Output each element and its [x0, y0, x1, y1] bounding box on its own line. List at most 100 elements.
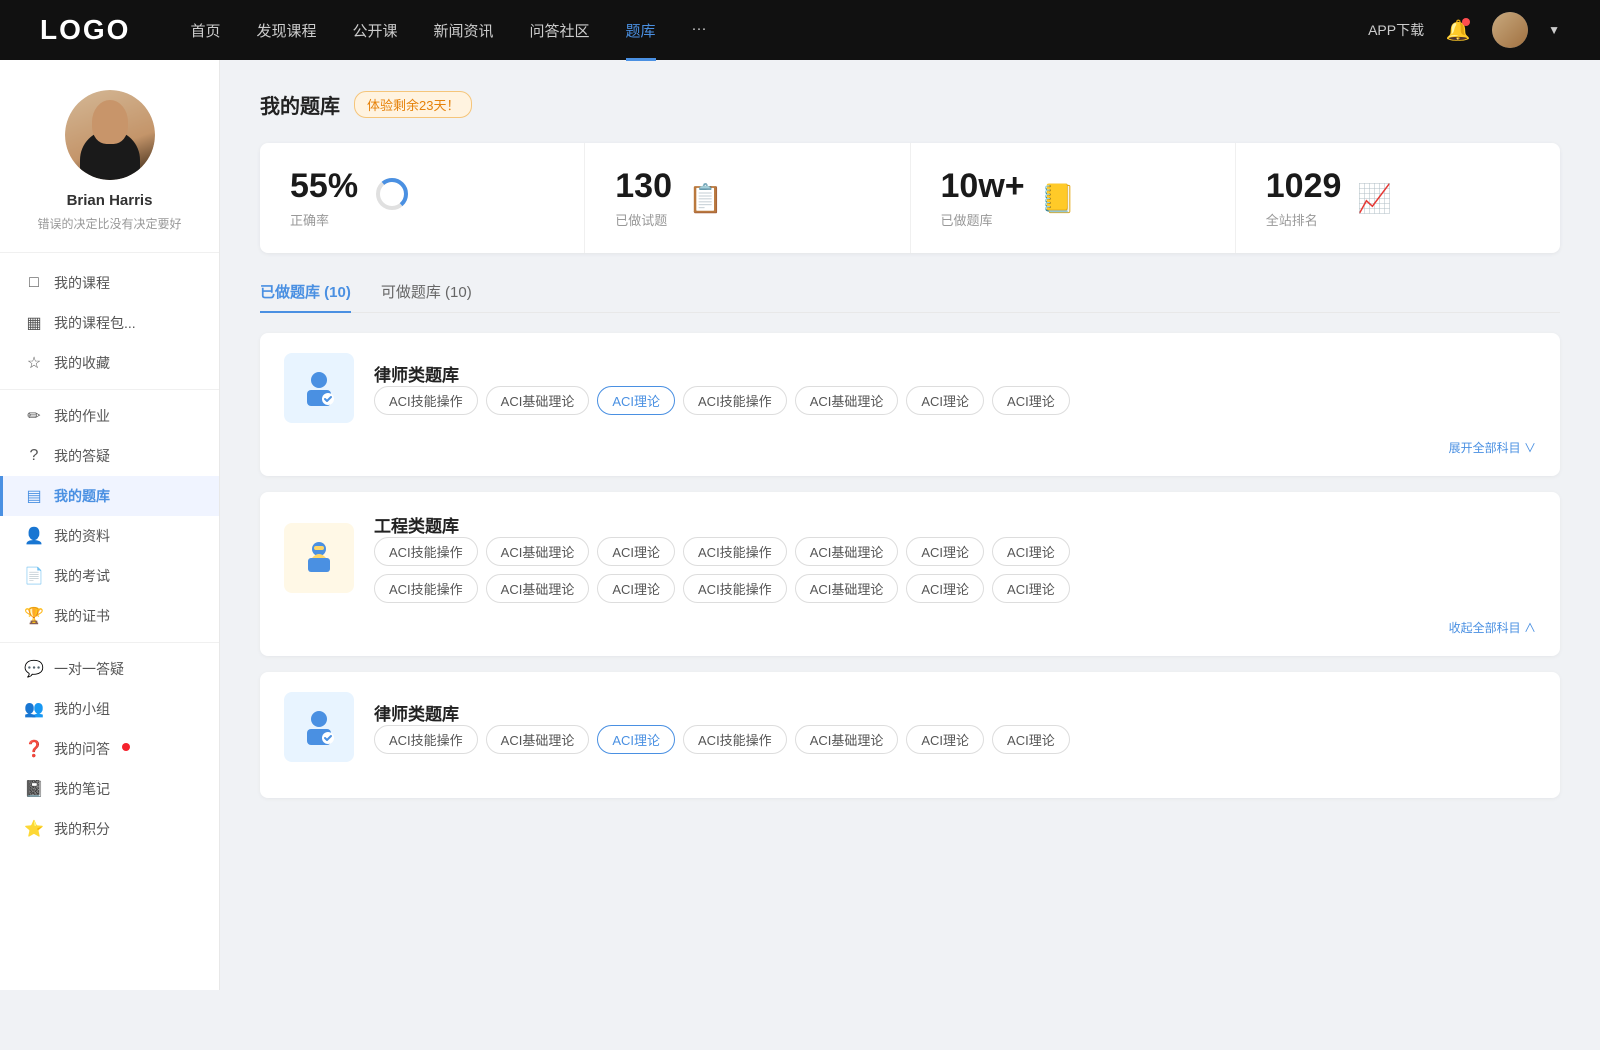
tag-0-3[interactable]: ACI技能操作 [683, 386, 787, 415]
subject-header-0: 律师类题库 ACI技能操作 ACI基础理论 ACI理论 ACI技能操作 ACI基… [284, 353, 1536, 423]
sidebar-label-homework: 我的作业 [54, 406, 110, 426]
nav-open-course[interactable]: 公开课 [352, 20, 397, 41]
sidebar-item-favorites[interactable]: ☆ 我的收藏 [0, 343, 219, 383]
tags-row-0: ACI技能操作 ACI基础理论 ACI理论 ACI技能操作 ACI基础理论 AC… [374, 386, 1536, 415]
subject-icon-lawyer-0 [284, 353, 354, 423]
sidebar-item-homework[interactable]: ✏ 我的作业 [0, 396, 219, 436]
tag-0-0[interactable]: ACI技能操作 [374, 386, 478, 415]
sidebar-label-my-qa: 我的答疑 [54, 446, 110, 466]
stat-rank-icon: 📈 [1357, 182, 1392, 215]
sidebar-item-my-data[interactable]: 👤 我的资料 [0, 516, 219, 556]
subject-name-1: 工程类题库 [374, 512, 1536, 537]
tag-0-2[interactable]: ACI理论 [597, 386, 675, 415]
nav-more[interactable]: ··· [692, 20, 707, 41]
stat-rank-text: 1029 全站排名 [1266, 167, 1342, 229]
stat-accuracy: 55% 正确率 [260, 143, 585, 253]
nav-quiz[interactable]: 题库 [626, 20, 656, 41]
homework-icon: ✏ [24, 406, 44, 426]
sidebar-item-my-exam[interactable]: 📄 我的考试 [0, 556, 219, 596]
certificate-icon: 🏆 [24, 606, 44, 626]
notification-bell[interactable]: 🔔 [1444, 16, 1472, 44]
tag-1-6[interactable]: ACI理论 [992, 537, 1070, 566]
avatar-image [1492, 12, 1528, 48]
sidebar-item-my-courses[interactable]: □ 我的课程 [0, 263, 219, 303]
tag-1e-1[interactable]: ACI基础理论 [486, 574, 590, 603]
divider-1 [0, 389, 219, 390]
stat-rank-label: 全站排名 [1266, 210, 1342, 229]
sidebar-label-certificate: 我的证书 [54, 606, 110, 626]
sidebar-item-my-questions[interactable]: ❓ 我的问答 [0, 729, 219, 769]
tag-1e-2[interactable]: ACI理论 [597, 574, 675, 603]
sidebar-item-one-on-one[interactable]: 💬 一对一答疑 [0, 649, 219, 689]
tag-0-5[interactable]: ACI理论 [906, 386, 984, 415]
tab-done[interactable]: 已做题库 (10) [260, 281, 351, 312]
stat-done-banks-icon: 📒 [1041, 182, 1076, 215]
subject-header-1: 工程类题库 ACI技能操作 ACI基础理论 ACI理论 ACI技能操作 ACI基… [284, 512, 1536, 603]
tag-1-1[interactable]: ACI基础理论 [486, 537, 590, 566]
sidebar-item-course-package[interactable]: ▦ 我的课程包... [0, 303, 219, 343]
tag-2-4[interactable]: ACI基础理论 [795, 725, 899, 754]
sidebar-item-my-group[interactable]: 👥 我的小组 [0, 689, 219, 729]
page-title: 我的题库 [260, 90, 340, 119]
stat-done-questions-number: 130 [615, 167, 672, 206]
questions-icon: ❓ [24, 739, 44, 759]
expand-button-1[interactable]: 收起全部科目 ∧ [1449, 619, 1536, 636]
user-name: Brian Harris [67, 192, 153, 209]
tag-1e-3[interactable]: ACI技能操作 [683, 574, 787, 603]
stat-done-banks-text: 10w+ 已做题库 [941, 167, 1025, 229]
stat-rank: 1029 全站排名 📈 [1236, 143, 1560, 253]
sidebar-item-certificate[interactable]: 🏆 我的证书 [0, 596, 219, 636]
subject-name-2: 律师类题库 [374, 700, 1536, 725]
tag-1e-4[interactable]: ACI基础理论 [795, 574, 899, 603]
one-on-one-icon: 💬 [24, 659, 44, 679]
tags-row-1: ACI技能操作 ACI基础理论 ACI理论 ACI技能操作 ACI基础理论 AC… [374, 537, 1536, 566]
tag-1e-6[interactable]: ACI理论 [992, 574, 1070, 603]
tag-0-1[interactable]: ACI基础理论 [486, 386, 590, 415]
stat-accuracy-label: 正确率 [290, 210, 358, 229]
favorites-icon: ☆ [24, 353, 44, 373]
avatar-dropdown-caret[interactable]: ▼ [1548, 23, 1560, 37]
logo[interactable]: LOGO [40, 14, 130, 46]
question-notification-dot [122, 743, 130, 751]
nav-news[interactable]: 新闻资讯 [434, 20, 494, 41]
user-avatar[interactable] [1492, 12, 1528, 48]
tag-2-5[interactable]: ACI理论 [906, 725, 984, 754]
profile-avatar [65, 90, 155, 180]
nav-home[interactable]: 首页 [190, 20, 220, 41]
tag-1-2[interactable]: ACI理论 [597, 537, 675, 566]
sidebar-label-one-on-one: 一对一答疑 [54, 659, 124, 679]
tag-1-4[interactable]: ACI基础理论 [795, 537, 899, 566]
tab-available[interactable]: 可做题库 (10) [381, 281, 472, 312]
tag-2-2[interactable]: ACI理论 [597, 725, 675, 754]
tag-1-3[interactable]: ACI技能操作 [683, 537, 787, 566]
subject-card-0: 律师类题库 ACI技能操作 ACI基础理论 ACI理论 ACI技能操作 ACI基… [260, 333, 1560, 476]
tag-1-0[interactable]: ACI技能操作 [374, 537, 478, 566]
tag-1e-0[interactable]: ACI技能操作 [374, 574, 478, 603]
stat-done-banks-number: 10w+ [941, 167, 1025, 206]
app-download-button[interactable]: APP下载 [1368, 20, 1424, 40]
tag-1-5[interactable]: ACI理论 [906, 537, 984, 566]
subject-icon-engineering [284, 523, 354, 593]
sidebar-item-my-points[interactable]: ⭐ 我的积分 [0, 809, 219, 849]
expand-button-0[interactable]: 展开全部科目 ∨ [1449, 439, 1536, 456]
divider-2 [0, 642, 219, 643]
qa-icon: ? [24, 447, 44, 465]
page-header: 我的题库 体验剩余23天！ [260, 90, 1560, 119]
subject-card-2: 律师类题库 ACI技能操作 ACI基础理论 ACI理论 ACI技能操作 ACI基… [260, 672, 1560, 798]
nav-qa[interactable]: 问答社区 [530, 20, 590, 41]
sidebar-label-my-notes: 我的笔记 [54, 779, 110, 799]
sidebar-item-my-quiz[interactable]: ▤ 我的题库 [0, 476, 219, 516]
tag-2-3[interactable]: ACI技能操作 [683, 725, 787, 754]
exam-icon: 📄 [24, 566, 44, 586]
sidebar-item-my-notes[interactable]: 📓 我的笔记 [0, 769, 219, 809]
tag-2-1[interactable]: ACI基础理论 [486, 725, 590, 754]
tag-2-0[interactable]: ACI技能操作 [374, 725, 478, 754]
nav-discover[interactable]: 发现课程 [256, 20, 316, 41]
nav-right: APP下载 🔔 ▼ [1368, 12, 1560, 48]
tag-1e-5[interactable]: ACI理论 [906, 574, 984, 603]
stat-done-questions-label: 已做试题 [615, 210, 672, 229]
tag-0-6[interactable]: ACI理论 [992, 386, 1070, 415]
sidebar-item-my-qa[interactable]: ? 我的答疑 [0, 436, 219, 476]
tag-0-4[interactable]: ACI基础理论 [795, 386, 899, 415]
tag-2-6[interactable]: ACI理论 [992, 725, 1070, 754]
